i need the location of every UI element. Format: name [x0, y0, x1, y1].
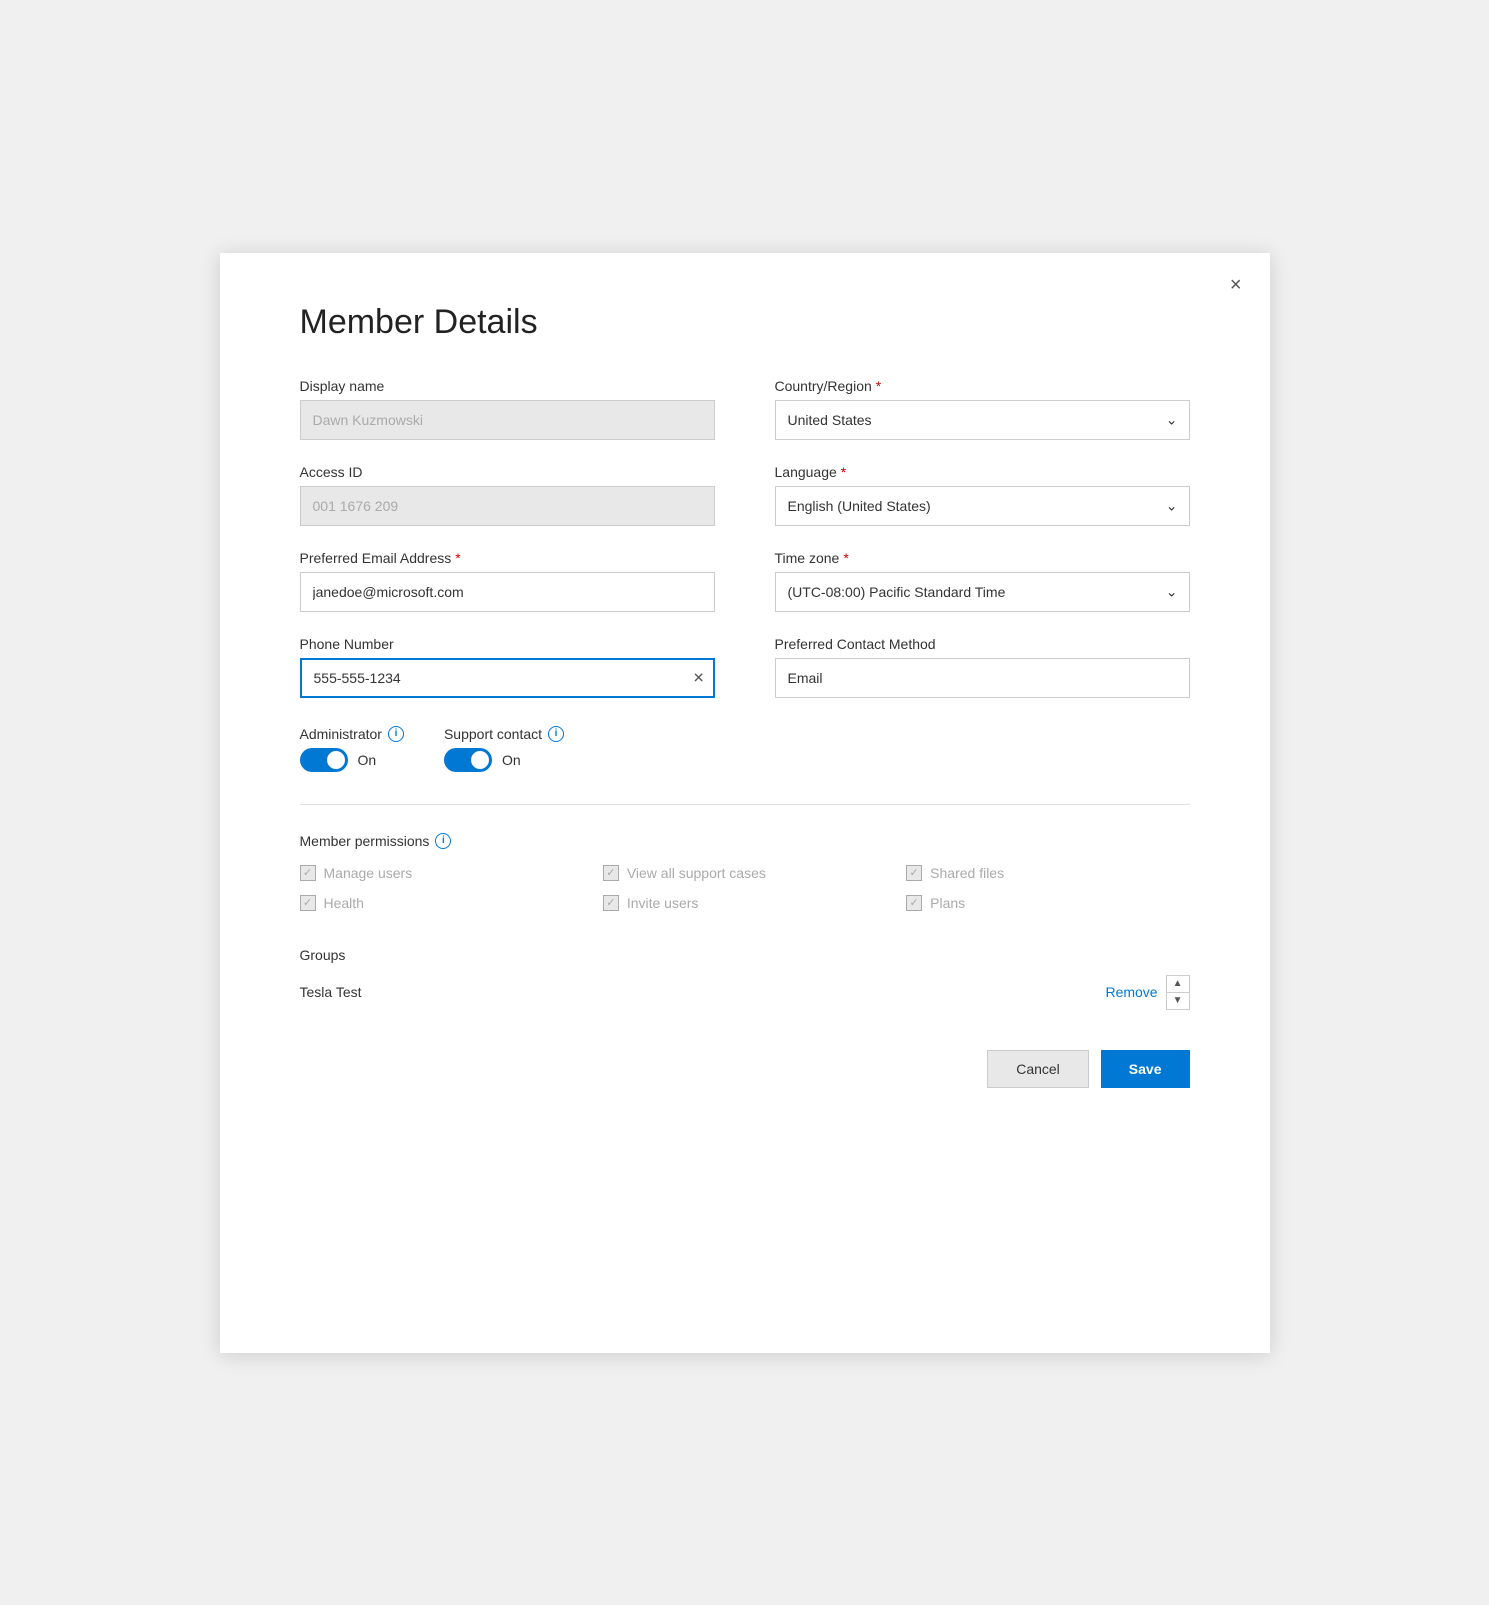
phone-input[interactable] — [300, 658, 715, 698]
view-support-cases-label: View all support cases — [627, 865, 766, 881]
administrator-toggle-knob — [327, 751, 345, 769]
plans-label: Plans — [930, 895, 965, 911]
access-id-input[interactable] — [300, 486, 715, 526]
invite-users-label: Invite users — [627, 895, 699, 911]
toggles-section: Administrator i On Support contact i On — [300, 726, 1190, 772]
administrator-label: Administrator — [300, 726, 382, 742]
contact-method-label: Preferred Contact Method — [775, 636, 1190, 652]
email-label: Preferred Email Address* — [300, 550, 715, 566]
member-details-dialog: × Member Details Display name Country/Re… — [220, 253, 1270, 1353]
administrator-state-label: On — [358, 752, 377, 768]
phone-label: Phone Number — [300, 636, 715, 652]
plans-checkbox[interactable]: ✓ — [906, 895, 922, 911]
language-label: Language* — [775, 464, 1190, 480]
timezone-select-wrapper: (UTC-08:00) Pacific Standard Time (UTC-0… — [775, 572, 1190, 612]
timezone-select[interactable]: (UTC-08:00) Pacific Standard Time (UTC-0… — [775, 572, 1190, 612]
timezone-group: Time zone* (UTC-08:00) Pacific Standard … — [775, 550, 1190, 612]
country-region-label: Country/Region* — [775, 378, 1190, 394]
administrator-toggle-group: Administrator i On — [300, 726, 404, 772]
groups-section: Groups Tesla Test Remove ▲ ▼ — [300, 947, 1190, 1010]
group-actions: Remove ▲ ▼ — [1105, 975, 1189, 1010]
invite-users-checkbox[interactable]: ✓ — [603, 895, 619, 911]
move-down-button[interactable]: ▼ — [1167, 993, 1189, 1009]
list-item: ✓ Invite users — [603, 895, 886, 911]
language-select-wrapper: English (United States) French Spanish ⌄ — [775, 486, 1190, 526]
shared-files-checkbox[interactable]: ✓ — [906, 865, 922, 881]
display-name-input[interactable] — [300, 400, 715, 440]
list-item: ✓ View all support cases — [603, 865, 886, 881]
administrator-toggle[interactable] — [300, 748, 348, 772]
support-contact-toggle-knob — [471, 751, 489, 769]
dialog-title: Member Details — [300, 303, 1190, 342]
country-region-group: Country/Region* United States Canada Uni… — [775, 378, 1190, 440]
groups-title: Groups — [300, 947, 1190, 963]
support-contact-toggle-group: Support contact i On — [444, 726, 564, 772]
view-support-cases-checkbox[interactable]: ✓ — [603, 865, 619, 881]
permissions-section-title: Member permissions i — [300, 833, 1190, 849]
support-contact-label: Support contact — [444, 726, 542, 742]
administrator-info-icon[interactable]: i — [388, 726, 404, 742]
country-region-select[interactable]: United States Canada United Kingdom — [775, 400, 1190, 440]
access-id-group: Access ID — [300, 464, 715, 526]
group-name: Tesla Test — [300, 984, 362, 1000]
form-grid: Display name Country/Region* United Stat… — [300, 378, 1190, 698]
timezone-label: Time zone* — [775, 550, 1190, 566]
display-name-label: Display name — [300, 378, 715, 394]
display-name-group: Display name — [300, 378, 715, 440]
close-button[interactable]: × — [1230, 275, 1242, 295]
permissions-info-icon[interactable]: i — [435, 833, 451, 849]
language-select[interactable]: English (United States) French Spanish — [775, 486, 1190, 526]
support-contact-info-icon[interactable]: i — [548, 726, 564, 742]
support-contact-label-row: Support contact i — [444, 726, 564, 742]
remove-link[interactable]: Remove — [1105, 984, 1157, 1000]
phone-clear-button[interactable]: ✕ — [693, 669, 705, 686]
divider — [300, 804, 1190, 805]
cancel-button[interactable]: Cancel — [987, 1050, 1089, 1088]
manage-users-checkbox[interactable]: ✓ — [300, 865, 316, 881]
list-item: ✓ Plans — [906, 895, 1189, 911]
phone-input-wrapper: ✕ — [300, 658, 715, 698]
language-group: Language* English (United States) French… — [775, 464, 1190, 526]
shared-files-label: Shared files — [930, 865, 1004, 881]
health-label: Health — [324, 895, 364, 911]
move-up-button[interactable]: ▲ — [1167, 976, 1189, 993]
support-contact-state-label: On — [502, 752, 521, 768]
table-row: Tesla Test Remove ▲ ▼ — [300, 975, 1190, 1010]
email-group: Preferred Email Address* — [300, 550, 715, 612]
contact-method-input[interactable] — [775, 658, 1190, 698]
updown-buttons: ▲ ▼ — [1166, 975, 1190, 1010]
list-item: ✓ Shared files — [906, 865, 1189, 881]
access-id-label: Access ID — [300, 464, 715, 480]
support-contact-toggle[interactable] — [444, 748, 492, 772]
administrator-toggle-row: On — [300, 748, 404, 772]
email-input[interactable] — [300, 572, 715, 612]
manage-users-label: Manage users — [324, 865, 413, 881]
permissions-grid: ✓ Manage users ✓ View all support cases … — [300, 865, 1190, 911]
footer-buttons: Cancel Save — [300, 1050, 1190, 1088]
country-region-select-wrapper: United States Canada United Kingdom ⌄ — [775, 400, 1190, 440]
support-contact-toggle-row: On — [444, 748, 564, 772]
contact-method-group: Preferred Contact Method — [775, 636, 1190, 698]
save-button[interactable]: Save — [1101, 1050, 1190, 1088]
list-item: ✓ Manage users — [300, 865, 583, 881]
administrator-label-row: Administrator i — [300, 726, 404, 742]
list-item: ✓ Health — [300, 895, 583, 911]
health-checkbox[interactable]: ✓ — [300, 895, 316, 911]
phone-group: Phone Number ✕ — [300, 636, 715, 698]
